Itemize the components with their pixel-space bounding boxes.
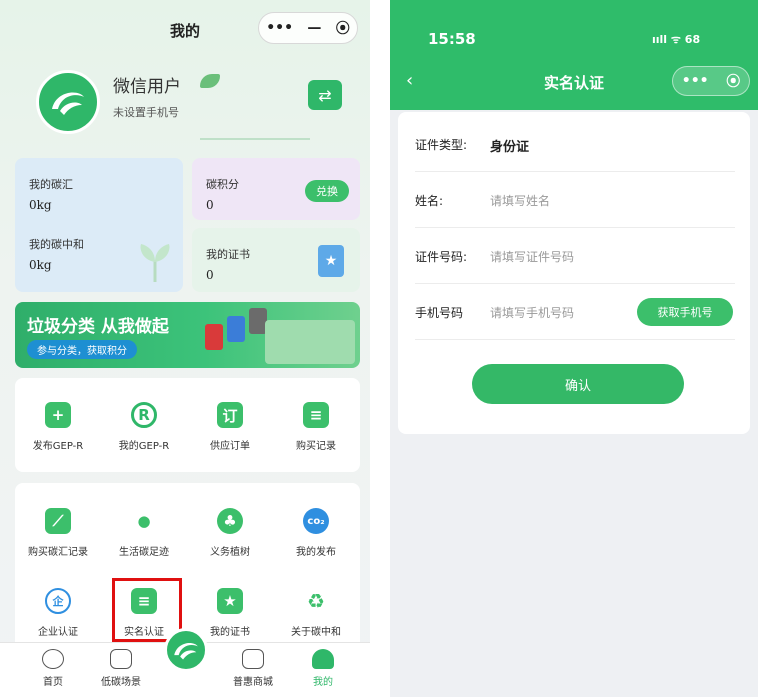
- footprint-icon: ●: [131, 508, 157, 534]
- my-page-panel: 我的 ••• — ⦿ 微信用户 未设置手机号 ⇄ 我的碳汇 0kg 我的碳中和 …: [0, 0, 370, 697]
- grid-item-my-posts[interactable]: co₂ 我的发布: [273, 508, 359, 558]
- grid-item-label: 购买碳汇记录: [28, 547, 88, 558]
- minimize-icon[interactable]: —: [307, 20, 321, 36]
- tab-mine[interactable]: 我的: [288, 649, 358, 688]
- certificate-label: 我的证书: [206, 248, 250, 261]
- get-phone-button[interactable]: 获取手机号: [637, 298, 733, 326]
- logo-icon: [52, 92, 84, 115]
- grid-item-label: 我的发布: [296, 547, 336, 558]
- r-badge-icon: R: [131, 402, 157, 428]
- confirm-button[interactable]: 确认: [472, 364, 684, 404]
- tab-low-carbon[interactable]: 低碳场景: [86, 649, 156, 688]
- id-type-label: 证件类型:: [415, 138, 468, 152]
- id-type-value[interactable]: 身份证: [490, 136, 529, 155]
- id-number-row: 证件号码: 请填写证件号码: [415, 228, 735, 284]
- grid-item-publish-gep[interactable]: + 发布GEP-R: [15, 402, 101, 452]
- close-icon[interactable]: ⦿: [336, 18, 350, 38]
- grid-item-about-carbon-neutral[interactable]: ♻ 关于碳中和: [273, 588, 359, 638]
- user-name: 微信用户: [113, 77, 181, 97]
- mall-icon: [242, 649, 264, 669]
- name-row: 姓名: 请填写姓名: [415, 172, 735, 228]
- leaf-icon: [200, 74, 220, 88]
- status-indicators: ııll ᯤ 68: [652, 33, 701, 46]
- logo-icon: [174, 643, 198, 660]
- exchange-button[interactable]: 兑换: [305, 180, 349, 202]
- blue-bin-icon: [227, 316, 245, 342]
- grid-item-life-footprint[interactable]: ● 生活碳足迹: [101, 508, 187, 558]
- plus-icon: +: [45, 402, 71, 428]
- bridge-decoration: [200, 100, 310, 140]
- scene-icon: [110, 649, 132, 669]
- home-icon: [42, 649, 64, 669]
- carbon-sink-value: 0kg: [29, 198, 52, 212]
- grid-item-label: 供应订单: [210, 441, 250, 452]
- carbon-points-label: 碳积分: [206, 178, 239, 191]
- mini-program-capsule: ••• — ⦿: [258, 12, 358, 44]
- certificate-icon: ★: [318, 245, 344, 277]
- purchase-record-icon: ≡: [303, 402, 329, 428]
- enterprise-icon: 企: [45, 588, 71, 614]
- tab-label: 首页: [43, 677, 63, 688]
- carbon-points-value: 0: [206, 198, 214, 212]
- garbage-sorting-banner[interactable]: 垃圾分类 从我做起 参与分类，获取积分: [15, 302, 360, 368]
- id-type-row[interactable]: 证件类型: 身份证: [415, 116, 735, 172]
- carbon-sink-label: 我的碳汇: [29, 178, 73, 191]
- more-icon[interactable]: •••: [266, 20, 293, 36]
- certificate-icon: ★: [217, 588, 243, 614]
- grid-item-purchase-record[interactable]: ≡ 购买记录: [273, 402, 359, 452]
- grid-item-enterprise-cert[interactable]: 企 企业认证: [15, 588, 101, 638]
- tree-icon: ♣: [217, 508, 243, 534]
- grid-item-my-certificate[interactable]: ★ 我的证书: [187, 588, 273, 638]
- id-number-label: 证件号码:: [415, 250, 468, 264]
- grid-item-carbon-purchase-record[interactable]: ⟋ 购买碳汇记录: [15, 508, 101, 558]
- carbon-sink-card[interactable]: 我的碳汇 0kg 我的碳中和 0kg: [15, 158, 183, 292]
- carbon-neutral-label: 我的碳中和: [29, 238, 84, 251]
- phone-input[interactable]: 请填写手机号码: [490, 304, 574, 321]
- grid-item-label: 企业认证: [38, 627, 78, 638]
- phone-label: 手机号码: [415, 306, 464, 320]
- carbon-neutral-value: 0kg: [29, 258, 52, 272]
- banner-subtitle[interactable]: 参与分类，获取积分: [27, 340, 137, 359]
- grid-item-label: 关于碳中和: [291, 627, 341, 638]
- tab-home[interactable]: 首页: [18, 649, 88, 688]
- swap-icon: ⇄: [318, 85, 332, 105]
- name-label: 姓名:: [415, 194, 444, 208]
- id-number-input[interactable]: 请填写证件号码: [490, 248, 574, 265]
- grid-item-label: 购买记录: [296, 441, 336, 452]
- status-time: 15:58: [428, 30, 476, 48]
- name-input[interactable]: 请填写姓名: [490, 192, 550, 209]
- form-card: 证件类型: 身份证 姓名: 请填写姓名 证件号码: 请填写证件号码 手机号码 请…: [398, 112, 750, 434]
- red-bin-icon: [205, 324, 223, 350]
- grid-item-my-gep[interactable]: R 我的GEP-R: [101, 402, 187, 452]
- tab-mall[interactable]: 普惠商城: [218, 649, 288, 688]
- switch-account-button[interactable]: ⇄: [308, 80, 342, 110]
- banner-title: 垃圾分类 从我做起: [27, 317, 169, 337]
- user-icon: [312, 649, 334, 669]
- user-phone: 未设置手机号: [113, 106, 179, 119]
- avatar[interactable]: [36, 70, 100, 134]
- grid-item-label: 义务植树: [210, 547, 250, 558]
- certificate-value: 0: [206, 268, 214, 282]
- center-logo-button[interactable]: [164, 628, 208, 672]
- grid-item-label: 发布GEP-R: [32, 441, 84, 452]
- close-icon[interactable]: ⦿: [726, 71, 740, 91]
- more-icon[interactable]: •••: [682, 73, 709, 89]
- garbage-truck-icon: [265, 320, 355, 364]
- grid-item-label: 我的GEP-R: [118, 441, 170, 452]
- real-name-panel: 15:58 ııll ᯤ 68 ‹ 实名认证 ••• ⦿ 证件类型: 身份证 姓…: [390, 0, 758, 697]
- sprout-icon: [140, 244, 170, 282]
- order-icon: 订: [217, 402, 243, 428]
- tab-label: 普惠商城: [233, 677, 273, 688]
- grid-item-supply-order[interactable]: 订 供应订单: [187, 402, 273, 452]
- phone-row: 手机号码 请填写手机号码 获取手机号: [415, 284, 735, 340]
- grid-item-tree-planting[interactable]: ♣ 义务植树: [187, 508, 273, 558]
- tab-label: 我的: [313, 677, 333, 688]
- tab-label: 低碳场景: [101, 677, 141, 688]
- leaf-record-icon: ⟋: [45, 508, 71, 534]
- mini-program-capsule: ••• ⦿: [672, 66, 750, 96]
- co2-icon: co₂: [303, 508, 329, 534]
- recycle-icon: ♻: [303, 588, 329, 614]
- grid-item-label: 生活碳足迹: [119, 547, 169, 558]
